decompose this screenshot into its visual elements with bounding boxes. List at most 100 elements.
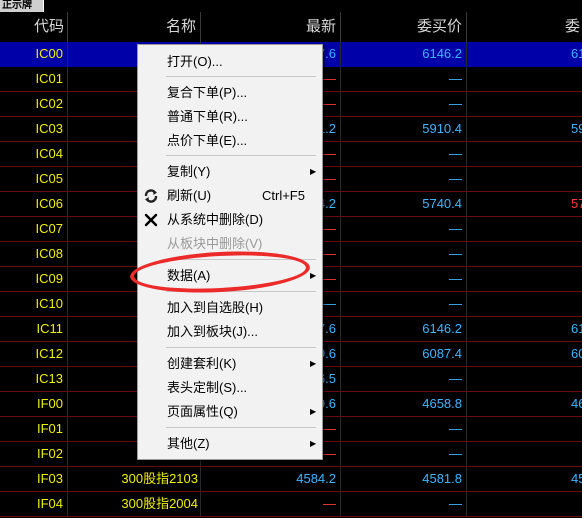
- cell-bid-price: 6146.2: [341, 42, 467, 66]
- cell-code: IF02: [0, 442, 68, 466]
- menu-item-other[interactable]: 其他(Z) ▶: [138, 433, 322, 455]
- menu-item-create-arbitrage-label: 创建套利(K): [167, 356, 237, 371]
- menu-separator: [166, 76, 316, 77]
- cell-bid-price: —: [341, 142, 467, 166]
- cell-bid-price: —: [341, 67, 467, 91]
- table-row[interactable]: IF03 300股指2103 4584.2 4581.8 45: [0, 467, 582, 492]
- refresh-icon: [144, 189, 158, 203]
- col-header-name[interactable]: 名称: [68, 12, 201, 42]
- menu-item-add-block[interactable]: 加入到板块(J)...: [138, 321, 322, 343]
- cell-code: IC06: [0, 192, 68, 216]
- col-header-last[interactable]: 最新: [201, 12, 341, 42]
- cell-bid-price: —: [341, 442, 467, 466]
- menu-item-header-custom[interactable]: 表头定制(S)...: [138, 377, 322, 399]
- cell-bid-price: 4581.8: [341, 467, 467, 491]
- menu-item-open-label: 打开(O)...: [167, 54, 223, 69]
- cell-code: IC09: [0, 267, 68, 291]
- submenu-arrow-icon: ▶: [310, 359, 317, 368]
- cell-code: IC05: [0, 167, 68, 191]
- menu-item-data[interactable]: 数据(A) ▶: [138, 265, 322, 287]
- menu-item-delete-from-block-label: 从板块中删除(V): [167, 236, 263, 251]
- cell-ask-price: [467, 442, 582, 466]
- cell-ask-price: [467, 142, 582, 166]
- cell-name: 300股指2103: [68, 467, 201, 491]
- tab-quote-board[interactable]: 正示牌: [0, 0, 44, 12]
- menu-item-compound-order[interactable]: 复合下单(P)...: [138, 82, 322, 104]
- cell-code: IC11: [0, 317, 68, 341]
- menu-item-copy[interactable]: 复制(Y) ▶: [138, 161, 322, 183]
- cell-name: 300股指2004: [68, 492, 201, 516]
- cell-last-price: 4584.2: [201, 467, 341, 491]
- col-header-ask[interactable]: 委: [467, 12, 582, 42]
- cell-bid-price: —: [341, 167, 467, 191]
- menu-separator: [166, 291, 316, 292]
- menu-separator: [166, 155, 316, 156]
- menu-item-create-arbitrage[interactable]: 创建套利(K) ▶: [138, 353, 322, 375]
- delete-x-icon: [144, 213, 158, 227]
- cell-bid-price: 4658.8: [341, 392, 467, 416]
- cell-code: IC02: [0, 92, 68, 116]
- cell-last-price: —: [201, 492, 341, 516]
- cell-ask-price: [467, 167, 582, 191]
- menu-item-delete-from-block: 从板块中删除(V): [138, 233, 322, 255]
- submenu-arrow-icon: ▶: [310, 439, 317, 448]
- cell-code: IC08: [0, 242, 68, 266]
- menu-item-normal-order-label: 普通下单(R)...: [167, 109, 248, 124]
- cell-ask-price: 46: [571, 396, 582, 411]
- menu-item-normal-order[interactable]: 普通下单(R)...: [138, 106, 322, 128]
- menu-item-add-watchlist-label: 加入到自选股(H): [167, 300, 264, 315]
- cell-ask-price: [467, 92, 582, 116]
- cell-bid-price: —: [341, 242, 467, 266]
- table-header: 代码 名称 最新 委买价 委: [0, 12, 582, 42]
- submenu-arrow-icon: ▶: [310, 167, 317, 176]
- cell-ask-price: 45: [571, 471, 582, 486]
- col-header-code[interactable]: 代码: [0, 12, 68, 42]
- cell-ask-price: [467, 417, 582, 441]
- cell-bid-price: —: [341, 267, 467, 291]
- cell-ask-price: 61: [571, 321, 582, 336]
- cell-bid-price: —: [341, 417, 467, 441]
- menu-item-page-properties-label: 页面属性(Q): [167, 404, 238, 419]
- cell-bid-price: 6087.4: [341, 342, 467, 366]
- cell-ask-price: 61: [571, 46, 582, 61]
- menu-separator: [166, 347, 316, 348]
- menu-item-compound-order-label: 复合下单(P)...: [167, 85, 248, 100]
- cell-ask-price: 60: [571, 346, 582, 361]
- cell-bid-price: —: [341, 92, 467, 116]
- menu-item-page-properties[interactable]: 页面属性(Q) ▶: [138, 401, 322, 423]
- cell-bid-price: —: [341, 292, 467, 316]
- menu-separator: [166, 427, 316, 428]
- menu-item-add-block-label: 加入到板块(J)...: [167, 324, 258, 339]
- table-row[interactable]: IF04 300股指2004— —: [0, 492, 582, 517]
- cell-code: IC12: [0, 342, 68, 366]
- menu-item-open[interactable]: 打开(O)...: [138, 51, 322, 73]
- menu-item-header-custom-label: 表头定制(S)...: [167, 380, 248, 395]
- menu-item-refresh-label: 刷新(U): [167, 188, 212, 203]
- context-menu: 打开(O)... 复合下单(P)... 普通下单(R)... 点价下单(E)..…: [137, 44, 323, 460]
- col-header-bid[interactable]: 委买价: [341, 12, 467, 42]
- cell-bid-price: —: [341, 217, 467, 241]
- cell-code: IC10: [0, 292, 68, 316]
- cell-ask-price: [467, 292, 582, 316]
- cell-bid-price: 6146.2: [341, 317, 467, 341]
- menu-item-add-watchlist[interactable]: 加入到自选股(H): [138, 297, 322, 319]
- menu-item-refresh-shortcut: Ctrl+F5: [262, 188, 305, 203]
- cell-ask-price: [467, 267, 582, 291]
- tab-strip: 正示牌: [0, 0, 582, 12]
- cell-ask-price: [467, 217, 582, 241]
- menu-item-point-order-label: 点价下单(E)...: [167, 133, 248, 148]
- cell-ask-price: [467, 367, 582, 391]
- menu-item-copy-label: 复制(Y): [167, 164, 211, 179]
- cell-ask-price: 59: [571, 121, 582, 136]
- menu-item-delete-from-system[interactable]: 从系统中删除(D): [138, 209, 322, 231]
- cell-code: IC01: [0, 67, 68, 91]
- cell-bid-price: 5740.4: [341, 192, 467, 216]
- cell-code: IC03: [0, 117, 68, 141]
- submenu-arrow-icon: ▶: [310, 271, 317, 280]
- menu-separator: [166, 259, 316, 260]
- menu-item-refresh[interactable]: 刷新(U) Ctrl+F5: [138, 185, 322, 207]
- menu-item-other-label: 其他(Z): [167, 436, 210, 451]
- cell-code: IF03: [0, 467, 68, 491]
- cell-code: IF04: [0, 492, 68, 516]
- menu-item-point-order[interactable]: 点价下单(E)...: [138, 130, 322, 152]
